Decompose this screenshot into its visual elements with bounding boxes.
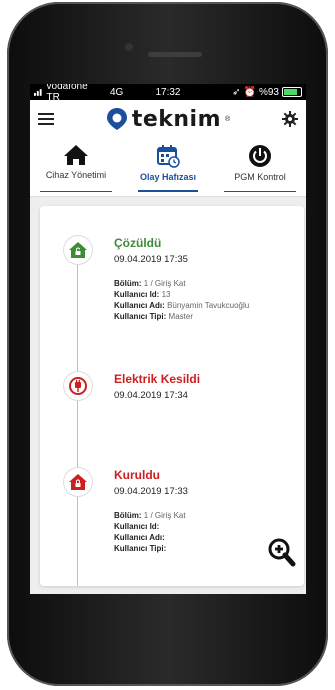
tab-underline	[224, 191, 296, 192]
power-plug-icon	[64, 372, 92, 400]
battery-icon	[281, 87, 302, 97]
network-type: 4G	[109, 86, 124, 98]
registered-mark: ®	[225, 115, 231, 123]
event-title: Çözüldü	[114, 236, 162, 250]
phone-frame: vodafone TR 4G 17:32 ➶ ⏰ %93 teknim ® Ci…	[7, 2, 328, 686]
tab-bar: Cihaz Yönetimi Olay Hafızası PGM Kontrol	[30, 138, 306, 197]
power-icon	[249, 145, 271, 167]
tab-underline-active	[138, 190, 198, 192]
event-date: 09.04.2019 17:33	[114, 486, 188, 497]
tab-label: PGM Kontrol	[234, 172, 286, 182]
logo-text: teknim	[131, 106, 222, 132]
detail-label: Kullanıcı Adı:	[114, 533, 165, 542]
detail-label: Kullanıcı Adı:	[114, 301, 165, 310]
detail-label: Bölüm:	[114, 511, 142, 520]
battery-percent: %93	[258, 86, 279, 98]
tab-pgm-kontrol[interactable]: PGM Kontrol	[214, 138, 306, 196]
detail-value: Bünyamin Tavukcuoğlu	[167, 301, 250, 310]
home-locked-icon	[64, 468, 92, 496]
status-time: 17:32	[155, 86, 181, 98]
event-details: Bölüm: 1 / Giriş Kat Kullanıcı Id: 13 Ku…	[114, 278, 249, 322]
calendar-icon	[157, 145, 180, 168]
earpiece-speaker	[148, 52, 202, 57]
signal-icon	[34, 89, 42, 96]
status-bar: vodafone TR 4G 17:32 ➶ ⏰ %93	[30, 84, 306, 103]
app-header: teknim ®	[30, 100, 306, 138]
detail-label: Kullanıcı Id:	[114, 290, 160, 299]
front-camera	[125, 43, 133, 51]
alarm-clock-icon: ⏰	[243, 86, 256, 98]
location-icon: ➶	[232, 86, 241, 98]
event-details: Bölüm: 1 / Giriş Kat Kullanıcı Id: Kulla…	[114, 510, 186, 554]
tab-cihaz-yonetimi[interactable]: Cihaz Yönetimi	[30, 138, 122, 196]
event-date: 09.04.2019 17:34	[114, 390, 188, 401]
event-title: Elektrik Kesildi	[114, 372, 201, 386]
tab-underline	[40, 191, 112, 192]
app-screen: vodafone TR 4G 17:32 ➶ ⏰ %93 teknim ® Ci…	[30, 84, 306, 594]
home-unlocked-icon	[64, 236, 92, 264]
hamburger-menu-icon[interactable]	[38, 113, 54, 125]
detail-value: Master	[168, 312, 193, 321]
tab-olay-hafizasi[interactable]: Olay Hafızası	[122, 138, 214, 196]
detail-label: Kullanıcı Tipi:	[114, 544, 167, 553]
detail-value: 13	[161, 290, 171, 299]
tab-label: Olay Hafızası	[139, 172, 197, 182]
location-pin-logo-icon	[106, 108, 127, 130]
event-title: Kuruldu	[114, 468, 160, 482]
detail-value: 1 / Giriş Kat	[143, 511, 186, 520]
tab-label: Cihaz Yönetimi	[45, 170, 107, 180]
detail-label: Bölüm:	[114, 279, 142, 288]
teknim-logo: teknim ®	[106, 107, 230, 132]
home-icon	[64, 145, 88, 165]
carrier-name: vodafone TR	[46, 84, 88, 103]
detail-label: Kullanıcı Id:	[114, 522, 160, 531]
zoom-in-icon[interactable]	[268, 538, 296, 573]
event-history-card: Çözüldü 09.04.2019 17:35 Bölüm: 1 / Giri…	[40, 206, 304, 586]
gear-icon[interactable]	[282, 111, 298, 127]
timeline-line	[77, 236, 78, 586]
detail-value: 1 / Giriş Kat	[143, 279, 186, 288]
event-date: 09.04.2019 17:35	[114, 254, 188, 265]
detail-label: Kullanıcı Tipi:	[114, 312, 167, 321]
